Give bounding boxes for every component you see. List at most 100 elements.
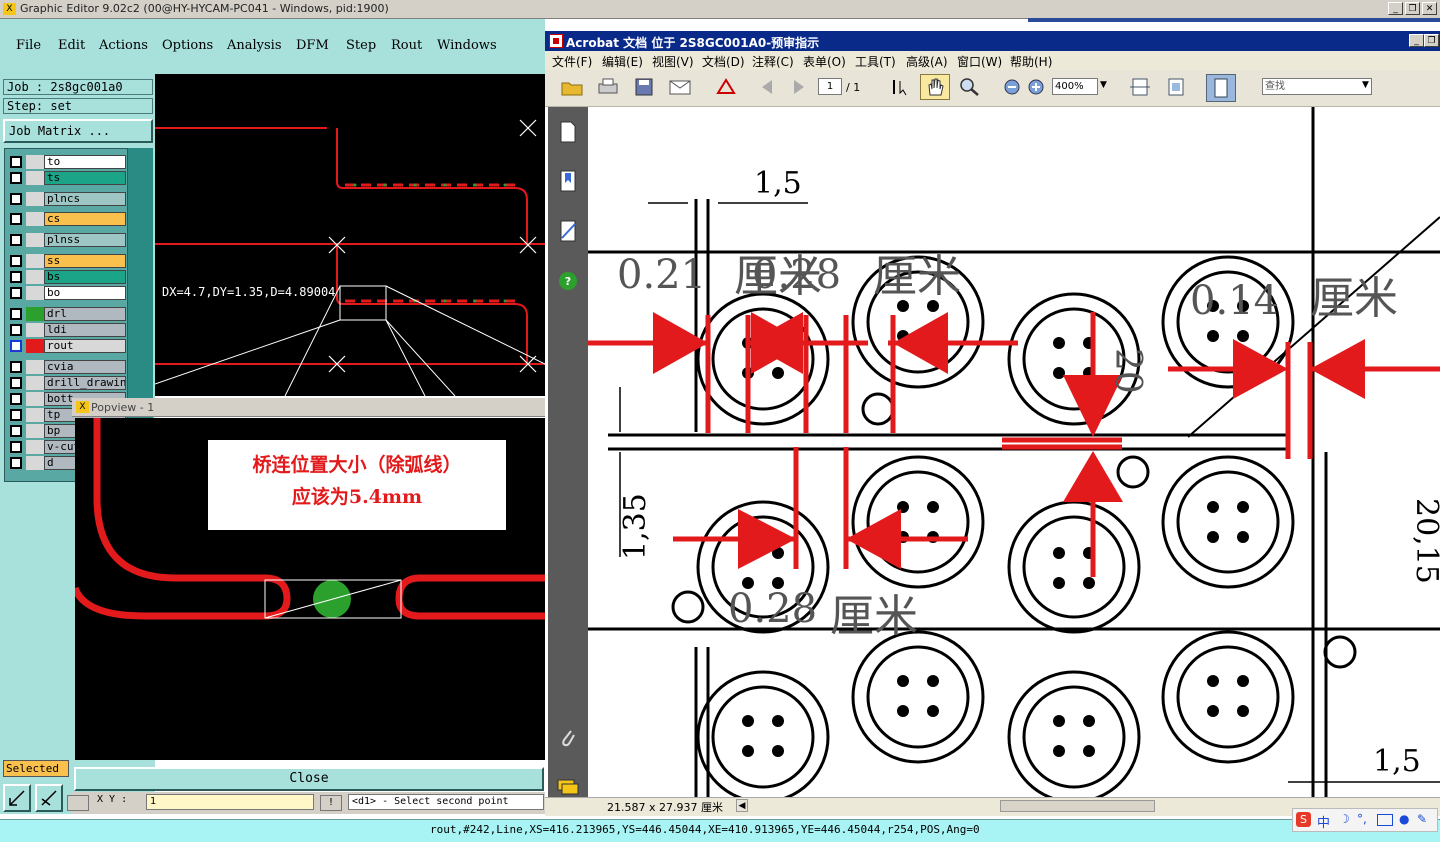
layer-checkbox[interactable]: [10, 255, 22, 267]
fit-width-icon[interactable]: [1128, 77, 1152, 97]
close-icon[interactable]: ✕: [1422, 2, 1437, 15]
layer-name[interactable]: bo: [44, 286, 126, 300]
grid-toggle-icon[interactable]: [67, 795, 89, 811]
ac-menu-document[interactable]: 文档(D): [702, 53, 745, 70]
scroll-left-icon[interactable]: ◀: [736, 799, 748, 812]
layer-color-swatch[interactable]: [26, 286, 44, 300]
menu-step[interactable]: Step: [346, 38, 376, 53]
previous-page-icon[interactable]: [756, 77, 780, 97]
layer-color-swatch[interactable]: [26, 339, 44, 353]
layer-checkbox[interactable]: [10, 361, 22, 373]
pdf-page-view[interactable]: [588, 107, 1440, 797]
layer-color-swatch[interactable]: [26, 456, 44, 470]
layer-color-swatch[interactable]: [26, 233, 44, 247]
layer-color-swatch[interactable]: [26, 254, 44, 268]
layer-row-cs[interactable]: cs: [6, 212, 126, 226]
menu-windows[interactable]: Windows: [437, 38, 497, 53]
layer-checkbox[interactable]: [10, 324, 22, 336]
layer-row-ss[interactable]: ss: [6, 254, 126, 268]
layer-checkbox[interactable]: [10, 441, 22, 453]
layer-row-rout[interactable]: rout: [6, 339, 126, 353]
layer-color-swatch[interactable]: [26, 270, 44, 284]
ac-menu-view[interactable]: 视图(V): [652, 53, 694, 70]
menu-analysis[interactable]: Analysis: [227, 38, 282, 53]
single-page-view-icon[interactable]: [1206, 74, 1236, 102]
layer-color-swatch[interactable]: [26, 440, 44, 454]
zoom-dropdown-icon[interactable]: ▼: [1100, 80, 1107, 90]
zoom-level-select[interactable]: 400%: [1052, 78, 1098, 95]
layer-checkbox[interactable]: [10, 425, 22, 437]
layer-color-swatch[interactable]: [26, 323, 44, 337]
layer-row-plnss[interactable]: plnss: [6, 233, 126, 247]
layer-row-plncs[interactable]: plncs: [6, 192, 126, 206]
ime-logo-icon[interactable]: S: [1296, 812, 1311, 827]
ime-settings-icon[interactable]: ✎: [1417, 812, 1427, 826]
text-select-icon[interactable]: [888, 77, 912, 97]
layer-checkbox[interactable]: [10, 340, 22, 352]
layer-name[interactable]: to: [44, 155, 126, 169]
ac-menu-file[interactable]: 文件(F): [552, 53, 592, 70]
layer-checkbox[interactable]: [10, 213, 22, 225]
layer-color-swatch[interactable]: [26, 376, 44, 390]
graphics-canvas[interactable]: [155, 74, 545, 396]
xy-input[interactable]: 1: [146, 794, 314, 810]
save-icon[interactable]: [632, 77, 656, 97]
layer-checkbox[interactable]: [10, 271, 22, 283]
menu-rout[interactable]: Rout: [391, 38, 422, 53]
layer-color-swatch[interactable]: [26, 171, 44, 185]
bookmarks-panel-icon[interactable]: [558, 170, 578, 192]
find-input[interactable]: 查找: [1262, 78, 1372, 95]
layer-color-swatch[interactable]: [26, 392, 44, 406]
page-number-input[interactable]: 1: [818, 78, 842, 95]
alert-icon[interactable]: !: [320, 795, 342, 811]
signatures-panel-icon[interactable]: [558, 220, 578, 242]
zoom-in-icon[interactable]: [1024, 77, 1048, 97]
layer-name[interactable]: cvia: [44, 360, 126, 374]
minimize-icon[interactable]: _: [1388, 2, 1403, 15]
open-folder-icon[interactable]: [560, 77, 584, 97]
ac-menu-comments[interactable]: 注释(C): [752, 53, 794, 70]
layer-name[interactable]: cs: [44, 212, 126, 226]
layer-row-to[interactable]: to: [6, 155, 126, 169]
acrobat-sign-icon[interactable]: [714, 77, 738, 97]
menu-dfm[interactable]: DFM: [296, 38, 329, 53]
select-tool-icon[interactable]: [3, 784, 31, 812]
layer-color-swatch[interactable]: [26, 408, 44, 422]
attachments-icon[interactable]: [558, 727, 578, 749]
comments-icon[interactable]: [557, 778, 579, 796]
ac-menu-advanced[interactable]: 高级(A): [906, 53, 948, 70]
ime-mode-icon[interactable]: 中: [1317, 812, 1330, 831]
help-icon[interactable]: ?: [558, 271, 578, 291]
layer-color-swatch[interactable]: [26, 424, 44, 438]
acrobat-restore-icon[interactable]: ❐: [1424, 34, 1439, 47]
layer-row-drill_drawing[interactable]: drill_drawing: [6, 376, 126, 390]
menu-edit[interactable]: Edit: [58, 38, 85, 53]
horizontal-scrollbar-thumb[interactable]: [1000, 800, 1155, 812]
layer-name[interactable]: plncs: [44, 192, 126, 206]
find-dropdown-icon[interactable]: ▼: [1362, 80, 1369, 90]
zoom-out-icon[interactable]: [1000, 77, 1024, 97]
layer-color-swatch[interactable]: [26, 155, 44, 169]
ac-menu-window[interactable]: 窗口(W): [957, 53, 1002, 70]
hand-tool-icon[interactable]: [920, 74, 950, 100]
layer-checkbox[interactable]: [10, 308, 22, 320]
next-page-icon[interactable]: [786, 77, 810, 97]
ac-menu-forms[interactable]: 表单(O): [803, 53, 846, 70]
job-matrix-button[interactable]: Job Matrix ...: [3, 119, 153, 143]
layer-checkbox[interactable]: [10, 172, 22, 184]
ac-menu-help[interactable]: 帮助(H): [1010, 53, 1052, 70]
print-icon[interactable]: [596, 77, 620, 97]
layer-checkbox[interactable]: [10, 234, 22, 246]
layer-color-swatch[interactable]: [26, 307, 44, 321]
email-icon[interactable]: [668, 77, 692, 97]
layer-color-swatch[interactable]: [26, 212, 44, 226]
layer-name[interactable]: ss: [44, 254, 126, 268]
layer-checkbox[interactable]: [10, 457, 22, 469]
layer-color-swatch[interactable]: [26, 360, 44, 374]
layer-checkbox[interactable]: [10, 377, 22, 389]
ime-keyboard-icon[interactable]: [1377, 814, 1393, 826]
layer-name[interactable]: rout: [44, 339, 126, 353]
ime-punct-icon[interactable]: °,: [1357, 812, 1367, 826]
acrobat-minimize-icon[interactable]: _: [1409, 34, 1424, 47]
layer-name[interactable]: plnss: [44, 233, 126, 247]
